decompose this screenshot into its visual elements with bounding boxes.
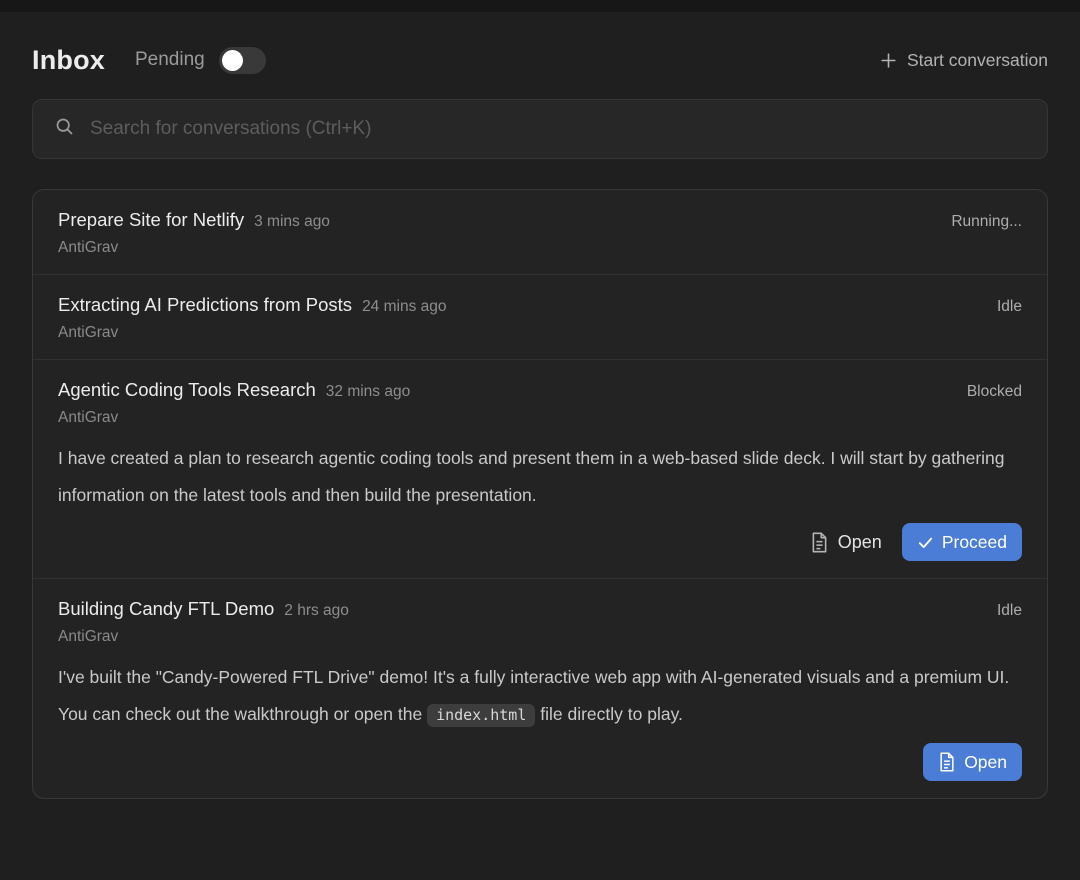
status-badge: Blocked	[967, 383, 1022, 401]
plus-icon	[879, 51, 898, 70]
status-badge: Idle	[997, 602, 1022, 620]
pending-filter-label: Pending	[135, 49, 205, 71]
conversation-time: 24 mins ago	[362, 298, 446, 316]
row-head: Extracting AI Predictions from Posts 24 …	[58, 294, 1022, 316]
row-head: Prepare Site for Netlify 3 mins ago Runn…	[58, 209, 1022, 231]
conversation-time: 3 mins ago	[254, 213, 330, 231]
window-top-edge	[0, 0, 1080, 12]
search-input[interactable]	[90, 118, 1026, 140]
proceed-button[interactable]: Proceed	[902, 523, 1022, 561]
conversation-title: Building Candy FTL Demo	[58, 598, 274, 620]
page-title: Inbox	[32, 45, 105, 76]
proceed-button-label: Proceed	[942, 532, 1007, 553]
search-bar	[32, 99, 1048, 159]
status-badge: Running...	[951, 213, 1022, 231]
conversation-time: 2 hrs ago	[284, 602, 349, 620]
agent-name: AntiGrav	[58, 628, 1022, 646]
row-head: Building Candy FTL Demo 2 hrs ago Idle	[58, 598, 1022, 620]
document-icon	[810, 532, 829, 553]
search-icon	[54, 116, 75, 142]
inbox-header: Inbox Pending Start conversation	[0, 38, 1080, 82]
start-conversation-button[interactable]: Start conversation	[879, 50, 1048, 71]
start-conversation-label: Start conversation	[907, 50, 1048, 71]
conversation-row-extracting-predictions[interactable]: Extracting AI Predictions from Posts 24 …	[33, 275, 1047, 360]
pending-toggle[interactable]	[219, 47, 266, 74]
row-actions: Open	[58, 743, 1022, 781]
open-button-label: Open	[964, 752, 1007, 773]
agent-name: AntiGrav	[58, 324, 1022, 342]
agent-name: AntiGrav	[58, 409, 1022, 427]
row-head: Agentic Coding Tools Research 32 mins ag…	[58, 379, 1022, 401]
conversation-row-prepare-site[interactable]: Prepare Site for Netlify 3 mins ago Runn…	[33, 190, 1047, 275]
toggle-knob	[222, 50, 243, 71]
check-icon	[917, 534, 934, 551]
document-icon	[938, 752, 956, 772]
agent-name: AntiGrav	[58, 239, 1022, 257]
conversation-title: Prepare Site for Netlify	[58, 209, 244, 231]
open-button[interactable]: Open	[923, 743, 1022, 781]
conversation-row-agentic-coding-research[interactable]: Agentic Coding Tools Research 32 mins ag…	[33, 360, 1047, 579]
conversation-row-candy-ftl-demo[interactable]: Building Candy FTL Demo 2 hrs ago Idle A…	[33, 579, 1047, 798]
agent-message: I've built the "Candy-Powered FTL Drive"…	[58, 659, 1022, 734]
open-button[interactable]: Open	[810, 532, 882, 553]
status-badge: Idle	[997, 298, 1022, 316]
inline-code-chip: index.html	[427, 704, 535, 727]
row-actions: Open Proceed	[58, 523, 1022, 561]
agent-message: I have created a plan to research agenti…	[58, 440, 1022, 514]
conversation-list: Prepare Site for Netlify 3 mins ago Runn…	[32, 189, 1048, 799]
open-button-label: Open	[838, 532, 882, 553]
conversation-title: Extracting AI Predictions from Posts	[58, 294, 352, 316]
conversation-time: 32 mins ago	[326, 383, 410, 401]
conversation-title: Agentic Coding Tools Research	[58, 379, 316, 401]
message-text: file directly to play.	[535, 704, 683, 724]
